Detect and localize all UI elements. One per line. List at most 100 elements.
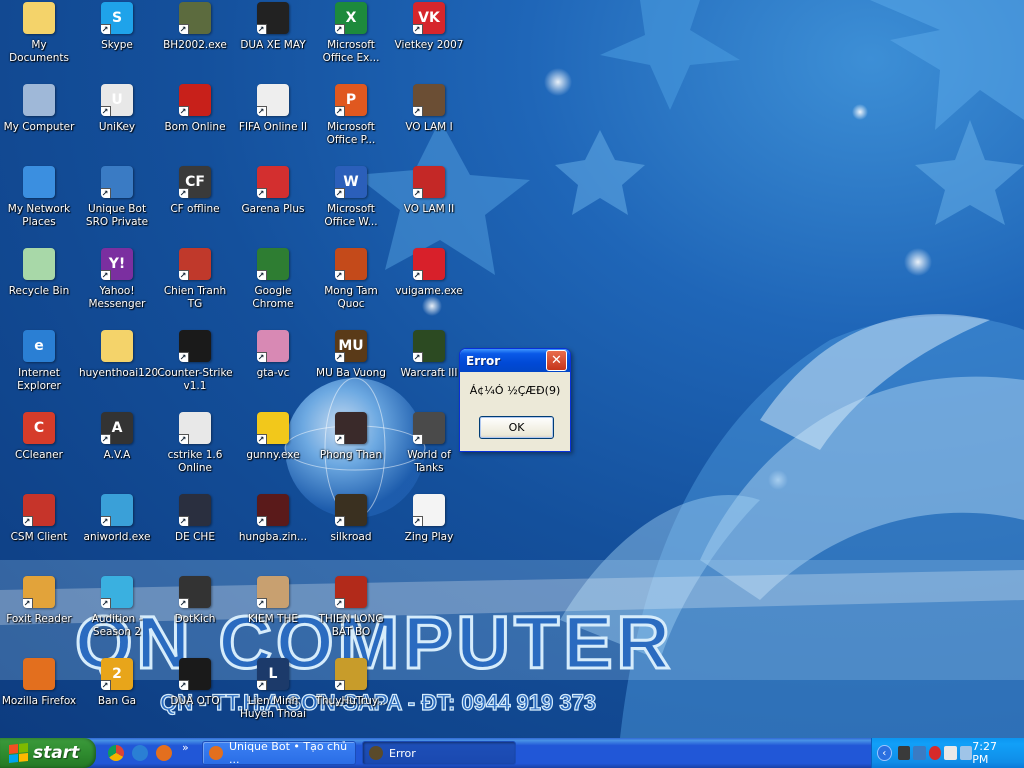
desktop-icon[interactable]: ↗ Chien Tranh TG bbox=[156, 246, 234, 326]
dialog-title: Error bbox=[466, 353, 501, 368]
desktop-icon[interactable]: C CCleaner bbox=[0, 410, 78, 490]
shortcut-arrow-icon: ↗ bbox=[413, 516, 423, 526]
desktop-icon-label: Audition - Season 2 bbox=[91, 613, 143, 638]
desktop-icon[interactable]: P ↗ Microsoft Office P... bbox=[312, 82, 390, 162]
desktop-icon-label: My Documents bbox=[9, 39, 69, 64]
desktop-icon[interactable]: My Network Places bbox=[0, 164, 78, 244]
quicklaunch-chevron[interactable]: » bbox=[182, 741, 189, 754]
desktop-icon[interactable]: ↗ Audition - Season 2 bbox=[78, 574, 156, 654]
task-error[interactable]: Error bbox=[362, 741, 516, 765]
desktop-icon[interactable]: U ↗ UniKey bbox=[78, 82, 156, 162]
unique-bot-tray-icon[interactable] bbox=[913, 746, 926, 760]
mu-ba-vuong-icon: MU ↗ bbox=[335, 330, 367, 362]
close-button[interactable]: ✕ bbox=[546, 350, 567, 371]
desktop-icon-label: gunny.exe bbox=[246, 449, 300, 461]
network-tray-icon[interactable] bbox=[897, 746, 911, 760]
error-dialog[interactable]: Error ✕ Á¢¼Ó ½ÇÆÐ(9) OK bbox=[459, 348, 571, 452]
desktop-icon[interactable]: ↗ Bom Online bbox=[156, 82, 234, 162]
clock[interactable]: 7:27 PM bbox=[972, 740, 1012, 766]
unikey-icon: U ↗ bbox=[101, 84, 133, 116]
desktop-icon[interactable]: ↗ DotKich bbox=[156, 574, 234, 654]
dotkich-icon: ↗ bbox=[179, 576, 211, 608]
desktop-icon[interactable]: ↗ World of Tanks bbox=[390, 410, 468, 490]
desktop-icon[interactable]: ↗ Google Chrome bbox=[234, 246, 312, 326]
task-unique-bot[interactable]: Unique Bot • Tạo chủ ... bbox=[202, 740, 356, 766]
desktop-icon[interactable]: e Internet Explorer bbox=[0, 328, 78, 408]
desktop-icon[interactable]: ↗ THIEN LONG BAT BO bbox=[312, 574, 390, 654]
desktop-icon-label: Counter-Strike v1.1 bbox=[157, 367, 233, 392]
aniworld-icon: ↗ bbox=[101, 494, 133, 526]
desktop-icon[interactable]: ↗ CSM Client bbox=[0, 492, 78, 572]
desktop-icon[interactable]: ↗ DUA OTO bbox=[156, 656, 234, 736]
desktop-icon[interactable]: Recycle Bin bbox=[0, 246, 78, 326]
desktop-icon[interactable]: A ↗ A.V.A bbox=[78, 410, 156, 490]
desktop-icon[interactable]: MU ↗ MU Ba Vuong bbox=[312, 328, 390, 408]
desktop-icon[interactable]: ↗ cstrike 1.6 Online bbox=[156, 410, 234, 490]
ie-quicklaunch-icon[interactable] bbox=[132, 745, 148, 761]
desktop-icon[interactable]: ↗ KIEM THE bbox=[234, 574, 312, 654]
world-of-tanks-icon: ↗ bbox=[413, 412, 445, 444]
desktop-icon[interactable]: VK ↗ Vietkey 2007 bbox=[390, 0, 468, 80]
shortcut-arrow-icon: ↗ bbox=[179, 106, 189, 116]
desktop-icon[interactable]: L ↗ Lien Minh Huyen Thoai bbox=[234, 656, 312, 736]
desktop-icon-label: Ban Ga bbox=[97, 695, 137, 707]
start-button[interactable]: start bbox=[0, 738, 96, 768]
thuyhu-icon: ↗ bbox=[335, 658, 367, 690]
volume-tray-icon[interactable] bbox=[959, 746, 973, 760]
desktop-icon[interactable]: ↗ DE CHE bbox=[156, 492, 234, 572]
desktop-icon[interactable]: ↗ Garena Plus bbox=[234, 164, 312, 244]
desktop-icon[interactable]: ↗ Unique Bot SRO Private bbox=[78, 164, 156, 244]
chien-tranh-icon: ↗ bbox=[179, 248, 211, 280]
zing-play-icon: ↗ bbox=[413, 494, 445, 526]
unikey-tray-icon[interactable] bbox=[944, 746, 957, 760]
desktop-icon[interactable]: W ↗ Microsoft Office W... bbox=[312, 164, 390, 244]
desktop-icon-label: FIFA Online II bbox=[238, 121, 308, 133]
desktop-icon[interactable]: ↗ gta-vc bbox=[234, 328, 312, 408]
shortcut-arrow-icon: ↗ bbox=[413, 270, 423, 280]
desktop-icon[interactable]: ↗ VO LAM I bbox=[390, 82, 468, 162]
desktop-icon-label: aniworld.exe bbox=[83, 531, 151, 543]
desktop-icon[interactable]: ↗ Mong Tam Quoc bbox=[312, 246, 390, 326]
desktop-icon[interactable]: ↗ vuigame.exe bbox=[390, 246, 468, 326]
desktop-icon[interactable]: ↗ silkroad bbox=[312, 492, 390, 572]
desktop-icon[interactable]: My Computer bbox=[0, 82, 78, 162]
desktop[interactable]: QN COMPUTER QN - TT.H.A SƠN-SAPA - ĐT: 0… bbox=[0, 0, 1024, 738]
skype-icon: S ↗ bbox=[101, 2, 133, 34]
desktop-icon[interactable]: My Documents bbox=[0, 0, 78, 80]
shortcut-arrow-icon: ↗ bbox=[335, 352, 345, 362]
antivirus-tray-icon[interactable] bbox=[928, 746, 942, 760]
desktop-icon[interactable]: ↗ VO LAM II bbox=[390, 164, 468, 244]
desktop-icon[interactable]: Y! ↗ Yahoo! Messenger bbox=[78, 246, 156, 326]
desktop-icon[interactable]: ↗ Zing Play bbox=[390, 492, 468, 572]
firefox-quicklaunch-icon[interactable] bbox=[156, 745, 172, 761]
desktop-icon[interactable]: ↗ BH2002.exe bbox=[156, 0, 234, 80]
desktop-icon-label: Foxit Reader bbox=[6, 613, 72, 625]
desktop-icon[interactable]: ↗ Counter-Strike v1.1 bbox=[156, 328, 234, 408]
shortcut-arrow-icon: ↗ bbox=[257, 680, 267, 690]
desktop-icon[interactable]: CF ↗ CF offline bbox=[156, 164, 234, 244]
tray-collapse-button[interactable]: ‹ bbox=[877, 745, 892, 761]
desktop-icon[interactable]: huyenthoai120 bbox=[78, 328, 158, 408]
shortcut-arrow-icon: ↗ bbox=[101, 106, 111, 116]
desktop-icon[interactable]: ↗ Warcraft III bbox=[390, 328, 468, 408]
desktop-icon[interactable]: Mozilla Firefox bbox=[0, 656, 78, 736]
desktop-icon[interactable]: ↗ ThuyHuTruy... bbox=[312, 656, 390, 736]
audition-icon: ↗ bbox=[101, 576, 133, 608]
desktop-icon[interactable]: ↗ FIFA Online II bbox=[234, 82, 312, 162]
desktop-icon[interactable]: X ↗ Microsoft Office Ex... bbox=[312, 0, 390, 80]
shortcut-arrow-icon: ↗ bbox=[23, 598, 33, 608]
desktop-icon[interactable]: ↗ DUA XE MAY bbox=[234, 0, 312, 80]
chrome-quicklaunch-icon[interactable] bbox=[108, 745, 124, 761]
desktop-icon[interactable]: ↗ Foxit Reader bbox=[0, 574, 78, 654]
shortcut-arrow-icon: ↗ bbox=[335, 680, 345, 690]
desktop-icon[interactable]: 2 ↗ Ban Ga bbox=[78, 656, 156, 736]
shortcut-arrow-icon: ↗ bbox=[257, 24, 267, 34]
desktop-icon[interactable]: ↗ Phong Than bbox=[312, 410, 390, 490]
silkroad-icon: ↗ bbox=[335, 494, 367, 526]
desktop-icon[interactable]: S ↗ Skype bbox=[78, 0, 156, 80]
desktop-icon[interactable]: ↗ aniworld.exe bbox=[78, 492, 156, 572]
ok-button[interactable]: OK bbox=[479, 416, 554, 439]
desktop-icon[interactable]: ↗ hungba.zin... bbox=[234, 492, 312, 572]
desktop-icon[interactable]: ↗ gunny.exe bbox=[234, 410, 312, 490]
dialog-titlebar[interactable]: Error ✕ bbox=[460, 349, 570, 372]
